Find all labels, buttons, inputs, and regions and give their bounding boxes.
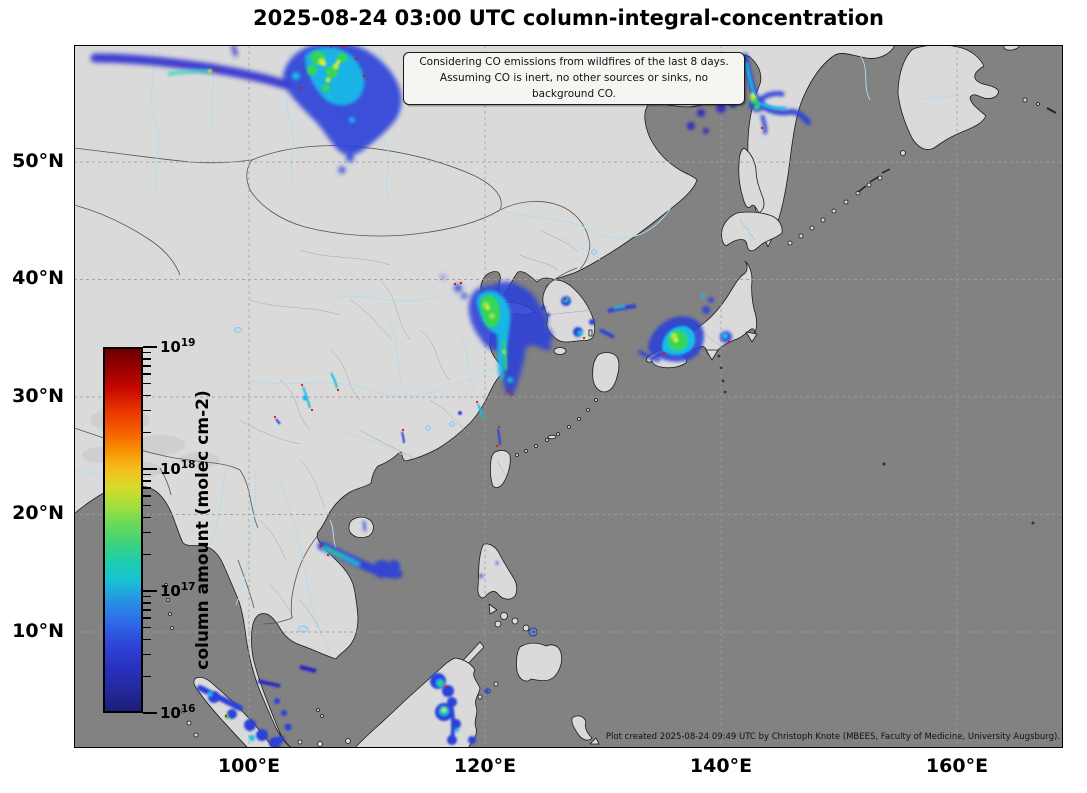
colorbar-tick-1e19: 1019 [160,337,196,356]
lat-label-30n: 30°N [12,385,64,407]
annotation-box: Considering CO emissions from wildfires … [403,52,745,106]
annotation-line-1: Considering CO emissions from wildfires … [419,56,729,68]
lat-label-10n: 10°N [12,620,64,642]
colorbar-tick-1e18: 1018 [160,459,196,478]
hainan [348,516,374,539]
mindanao [516,642,562,682]
colorbar-major-tick [143,712,157,714]
lon-label-100e: 100°E [217,755,281,777]
colorbar-major-tick [143,468,157,470]
colorbar-major-tick [143,590,157,592]
lat-label-40n: 40°N [12,267,64,289]
colorbar-tick-1e17: 1017 [160,581,196,600]
jeju-island [553,347,567,355]
figure-canvas: 2025-08-24 03:00 UTC column-integral-con… [0,0,1087,793]
lon-label-140e: 140°E [689,755,753,777]
lat-label-20n: 20°N [12,502,64,524]
lat-label-50n: 50°N [12,150,64,172]
map-plot [74,45,1063,748]
colorbar-gradient [103,347,143,713]
annotation-line-2: Assuming CO is inert, no other sources o… [439,71,709,100]
plot-title: 2025-08-24 03:00 UTC column-integral-con… [252,6,884,30]
lon-label-160e: 160°E [925,755,989,777]
lon-label-120e: 120°E [453,755,517,777]
colorbar-tick-1e16: 1016 [160,703,196,722]
colorbar-axis-label: column amount (molec cm-2) [193,390,213,670]
credit-text: Plot created 2025-08-24 09:49 UTC by Chr… [605,732,1060,742]
colorbar-major-tick [143,346,157,348]
